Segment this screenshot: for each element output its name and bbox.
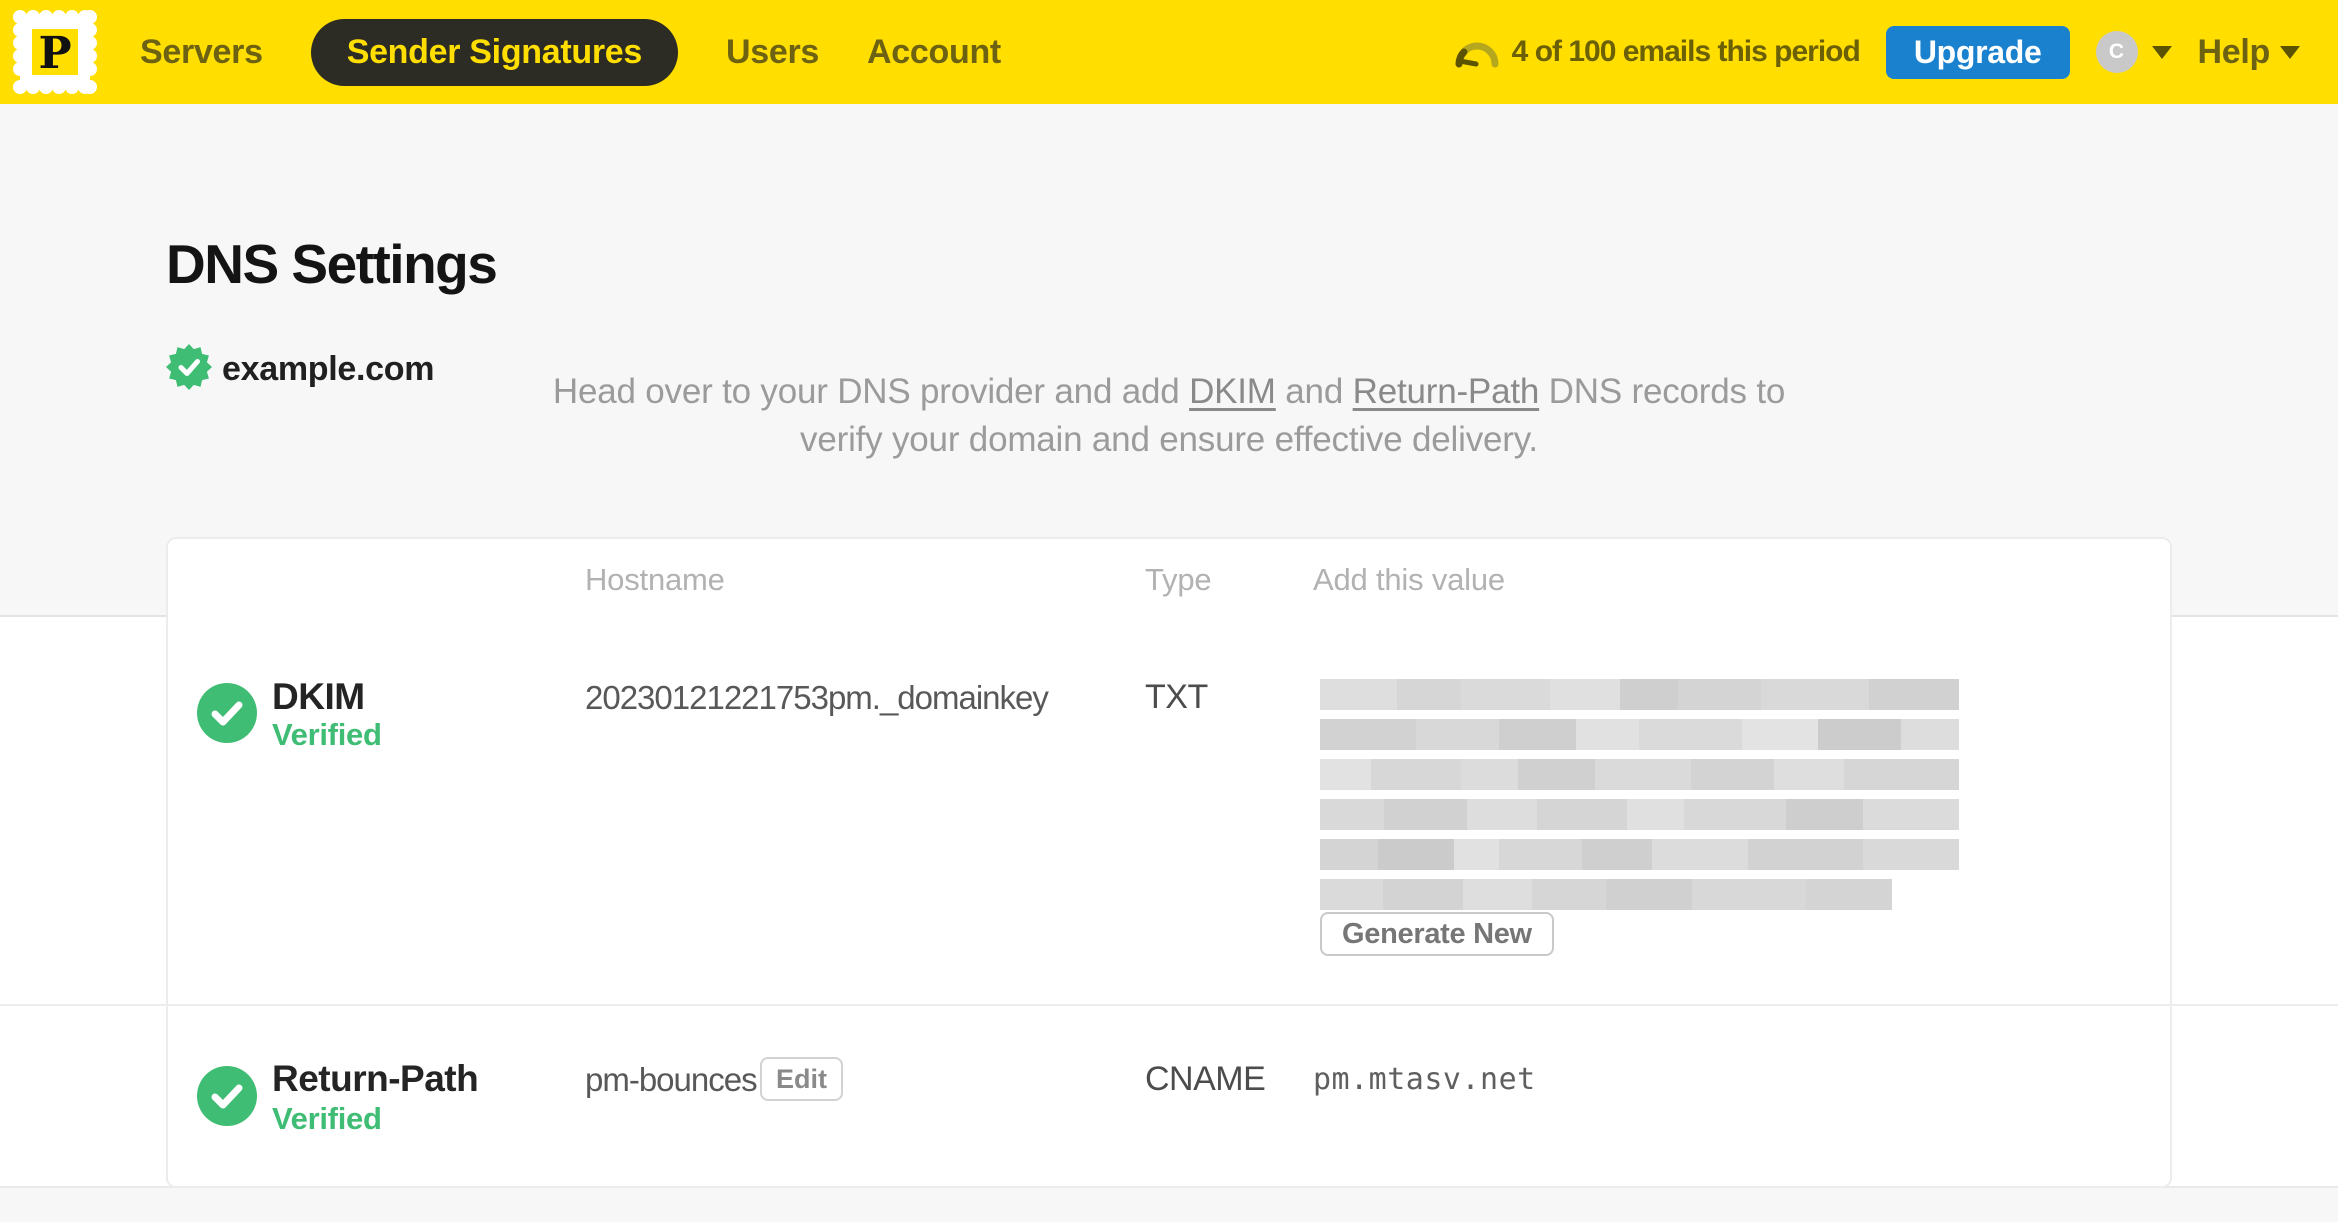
primary-nav: Servers Sender Signatures Users Account (140, 0, 1001, 104)
status-badge: Verified (272, 1101, 382, 1136)
avatar[interactable]: C (2095, 31, 2138, 73)
page-title: DNS Settings (166, 233, 498, 295)
record-value: pm.mtasv.net (1313, 1062, 1536, 1097)
usage-text: 4 of 100 emails this period (1511, 35, 1861, 68)
record-name: DKIM (272, 676, 365, 717)
help-label[interactable]: Help (2198, 33, 2271, 72)
check-circle-icon (197, 1066, 257, 1126)
intro-part4: verify your domain and ensure effective … (800, 420, 1538, 459)
chevron-down-icon (2280, 45, 2300, 59)
nav-item-account[interactable]: Account (867, 33, 1001, 72)
intro-text: Head over to your DNS provider and add D… (0, 368, 2338, 464)
usage-meter[interactable]: 4 of 100 emails this period (1455, 35, 1861, 69)
account-menu[interactable]: C (2095, 31, 2172, 73)
record-name: Return-Path (272, 1058, 479, 1099)
return-path-link[interactable]: Return-Path (1353, 372, 1540, 411)
status-badge: Verified (272, 717, 382, 752)
column-header-value: Add this value (1313, 562, 1505, 597)
record-type: TXT (1145, 678, 1208, 716)
record-type: CNAME (1145, 1060, 1266, 1098)
edit-button[interactable]: Edit (760, 1057, 843, 1101)
column-header-type: Type (1145, 562, 1212, 597)
intro-part2: and (1275, 372, 1353, 411)
dkim-link[interactable]: DKIM (1189, 372, 1276, 411)
record-hostname: 20230121221753pm._domainkey (585, 679, 1049, 716)
svg-text:P: P (38, 28, 71, 79)
postmark-logo[interactable]: P (10, 7, 100, 97)
upgrade-button[interactable]: Upgrade (1885, 25, 2070, 79)
column-header-hostname: Hostname (585, 562, 725, 597)
stamp-icon: P (13, 10, 97, 94)
intro-part3: DNS records to (1539, 372, 1786, 411)
nav-item-servers[interactable]: Servers (140, 33, 263, 72)
nav-item-sender-signatures[interactable]: Sender Signatures (310, 18, 679, 86)
intro-part1: Head over to your DNS provider and add (552, 372, 1190, 411)
nav-item-users[interactable]: Users (726, 33, 819, 72)
check-circle-icon (197, 683, 257, 743)
generate-new-button[interactable]: Generate New (1320, 912, 1554, 956)
gauge-icon (1455, 42, 1499, 68)
main-content: DNS Settings example.com Head over to yo… (0, 0, 2338, 1222)
help-menu[interactable]: Help (2198, 33, 2300, 72)
navbar-right: 4 of 100 emails this period Upgrade C He… (1455, 0, 2300, 104)
dkim-redacted-value (1320, 679, 1959, 919)
chevron-down-icon (2151, 45, 2172, 59)
record-hostname: pm-bounces (585, 1061, 758, 1098)
top-navbar: P Servers Sender Signatures Users Accoun… (0, 0, 2338, 104)
